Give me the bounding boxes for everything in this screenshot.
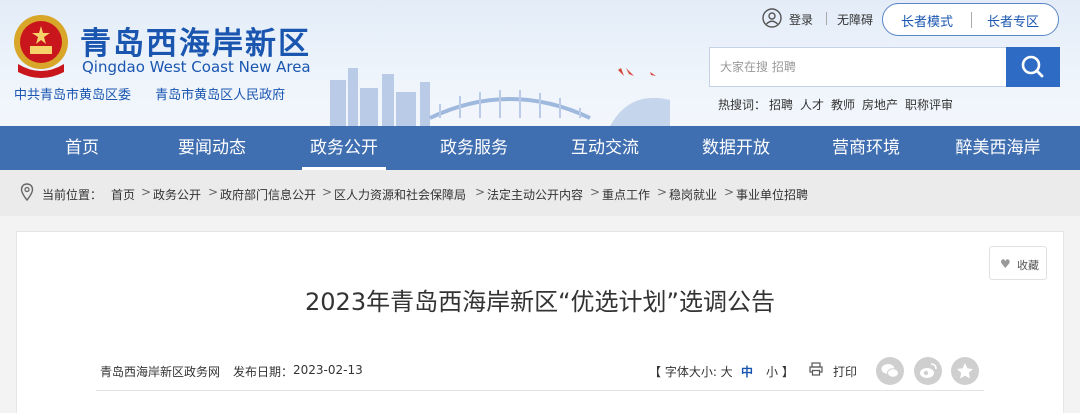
meta-divider [96,390,984,391]
skyline-illustration [330,68,670,126]
search-input[interactable]: 大家在搜 招聘 [709,47,1007,87]
main-nav: 首页 要闻动态 政务公开 政务服务 互动交流 数据开放 营商环境 醉美西海岸 [0,126,1080,170]
breadcrumb-separator-icon: > [322,185,333,199]
nav-item-business[interactable]: 营商环境 [824,126,908,170]
favorite-label: 收藏 [1017,259,1039,272]
font-size-large-option[interactable]: 【 字体大小: 大 [649,363,733,380]
hot-search-item[interactable]: 教师 [831,96,855,113]
print-icon[interactable] [809,362,823,376]
nav-item-open-data[interactable]: 数据开放 [694,126,778,170]
breadcrumb-separator-icon: > [141,185,152,199]
breadcrumb-separator-icon: > [475,185,486,199]
favorite-button[interactable]: ♥ 收藏 [989,246,1047,280]
organization-line: 中共青岛市黄岛区委 青岛市黄岛区人民政府 [14,84,305,103]
qzone-icon [957,363,973,379]
publish-date: 2023-02-13 [293,363,363,377]
location-pin-icon [20,183,34,201]
accessibility-link[interactable]: 无障碍 [837,11,873,28]
breadcrumb-label: 当前位置： [42,188,103,202]
wechat-icon [881,364,899,378]
login-link[interactable]: 登录 [789,11,813,28]
site-subtitle: Qingdao West Coast New Area [82,58,311,76]
breadcrumb-separator-icon: > [724,185,735,199]
breadcrumb-separator-icon: > [590,185,601,199]
elder-divider [971,12,972,28]
breadcrumb-item[interactable]: 政务公开 [153,186,201,203]
font-size-small-option[interactable]: 小 】 [766,363,794,380]
nav-item-interaction[interactable]: 互动交流 [563,126,647,170]
nav-item-home[interactable]: 首页 [40,126,124,170]
breadcrumb-separator-icon: > [657,185,668,199]
qzone-share-button[interactable] [951,357,979,385]
weibo-share-button[interactable] [914,357,942,385]
elder-zone-button[interactable]: 长者专区 [987,11,1039,30]
elder-toggle-group: 长者模式 长者专区 [882,3,1059,36]
weibo-icon [920,363,937,378]
article-title: 2023年青岛西海岸新区“优选计划”选调公告 [305,288,775,316]
national-emblem-icon [14,15,68,78]
heart-icon: ♥ [1000,257,1011,271]
breadcrumb-separator-icon: > [208,185,219,199]
hot-search-label: 热搜词： [718,98,767,112]
org-party-link[interactable]: 中共青岛市黄岛区委 [14,88,131,103]
breadcrumb-item[interactable]: 稳岗就业 [669,186,717,203]
nav-item-gov-service[interactable]: 政务服务 [432,126,516,170]
hot-search-item[interactable]: 人才 [800,96,824,113]
user-icon[interactable] [762,8,782,28]
breadcrumb-item[interactable]: 首页 [111,186,135,203]
org-gov-link[interactable]: 青岛市黄岛区人民政府 [155,88,285,103]
hot-search-item[interactable]: 招聘 [769,96,793,113]
site-header: 青岛西海岸新区 Qingdao West Coast New Area 中共青岛… [0,0,1080,126]
search-button[interactable] [1006,47,1060,87]
hot-search-item[interactable]: 职称评审 [905,96,953,113]
search-icon [1021,55,1044,78]
breadcrumb-item[interactable]: 政府部门信息公开 [220,186,316,203]
elder-mode-button[interactable]: 长者模式 [901,11,953,30]
publish-date-label: 发布日期： [233,365,294,379]
breadcrumb-item-current[interactable]: 事业单位招聘 [736,186,808,203]
print-button[interactable]: 打印 [833,363,857,380]
nav-item-gov-open[interactable]: 政务公开 [302,126,386,170]
article-source: 青岛西海岸新区政务网 [100,365,221,379]
breadcrumb-item[interactable]: 区人力资源和社会保障局 [334,186,466,203]
hot-search-item[interactable]: 房地产 [862,96,898,113]
article-card [16,231,1064,413]
breadcrumb-item[interactable]: 重点工作 [602,186,650,203]
top-link-divider [826,12,827,25]
breadcrumb-item[interactable]: 法定主动公开内容 [487,186,583,203]
font-size-medium-option[interactable]: 中 [741,363,753,380]
nav-item-west-coast[interactable]: 醉美西海岸 [946,126,1050,170]
site-title: 青岛西海岸新区 [80,26,311,62]
wechat-share-button[interactable] [876,357,904,385]
nav-item-news[interactable]: 要闻动态 [170,126,254,170]
